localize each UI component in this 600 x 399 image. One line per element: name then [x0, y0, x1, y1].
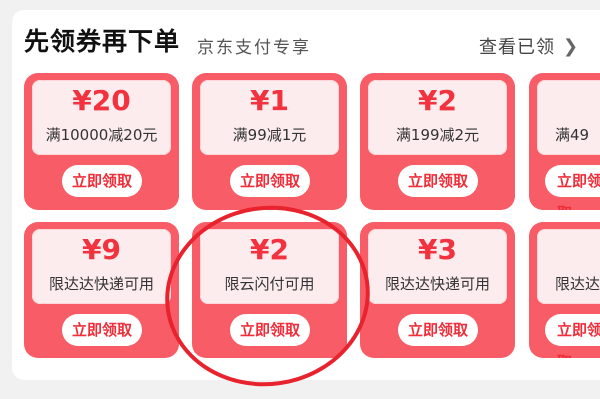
view-claimed-link[interactable]: 查看已领 ❯ [479, 33, 579, 59]
claim-button[interactable]: 立即领取 [545, 165, 600, 210]
coupon-condition: 满99减1元 [232, 126, 307, 144]
coupon-card: ¥1 满99减1元 立即领取 [192, 73, 347, 210]
view-claimed-label: 查看已领 [479, 37, 555, 58]
coupon-amount: ¥2 [250, 233, 289, 266]
coupon-card: ¥9 限达达快递可用 立即领取 [24, 222, 179, 358]
coupon-amount: ¥20 [72, 84, 131, 117]
coupon-face: ¥3 限达达快递可用 [368, 229, 507, 304]
coupon-face: ¥20 满10000减20元 [32, 80, 171, 155]
coupon-card: 满49 立即领取 [529, 73, 600, 210]
coupon-face: ¥2 满199减2元 [368, 80, 507, 155]
coupon-card: ¥2 限云闪付可用 立即领取 [192, 222, 347, 358]
claim-button[interactable]: 立即领取 [62, 165, 142, 197]
coupon-condition: 满10000减20元 [45, 126, 158, 144]
coupon-amount: ¥1 [250, 84, 289, 117]
coupon-face: ¥2 限云闪付可用 [200, 229, 339, 304]
claim-button[interactable]: 立即领取 [62, 314, 142, 346]
coupon-condition: 限云闪付可用 [224, 275, 315, 293]
claim-button[interactable]: 立即领取 [398, 165, 478, 197]
section-subtitle: 京东支付专享 [197, 38, 311, 58]
coupon-condition: 满49 [555, 126, 590, 144]
coupon-condition: 限达达 [555, 275, 600, 293]
coupon-condition: 限达达快递可用 [48, 275, 154, 293]
coupon-card: ¥2 满199减2元 立即领取 [360, 73, 515, 210]
coupon-amount: ¥2 [418, 84, 457, 117]
coupon-face: ¥9 限达达快递可用 [32, 229, 171, 304]
section-title: 先领券再下单 [24, 27, 181, 56]
coupon-card: ¥3 限达达快递可用 立即领取 [360, 222, 515, 358]
coupon-face: 满49 [537, 80, 600, 155]
coupon-condition: 满199减2元 [395, 126, 480, 144]
coupon-amount: ¥3 [418, 233, 457, 266]
coupon-card: 限达达 立即领取 [529, 222, 600, 358]
claim-button[interactable]: 立即领取 [230, 314, 310, 346]
coupon-face: ¥1 满99减1元 [200, 80, 339, 155]
coupon-condition: 限达达快递可用 [384, 275, 490, 293]
coupon-amount: ¥9 [82, 233, 121, 266]
claim-button[interactable]: 立即领取 [398, 314, 478, 346]
coupon-card: ¥20 满10000减20元 立即领取 [24, 73, 179, 210]
chevron-right-icon: ❯ [563, 35, 580, 57]
coupon-face: 限达达 [537, 229, 600, 304]
claim-button[interactable]: 立即领取 [545, 314, 600, 358]
claim-button[interactable]: 立即领取 [230, 165, 310, 197]
